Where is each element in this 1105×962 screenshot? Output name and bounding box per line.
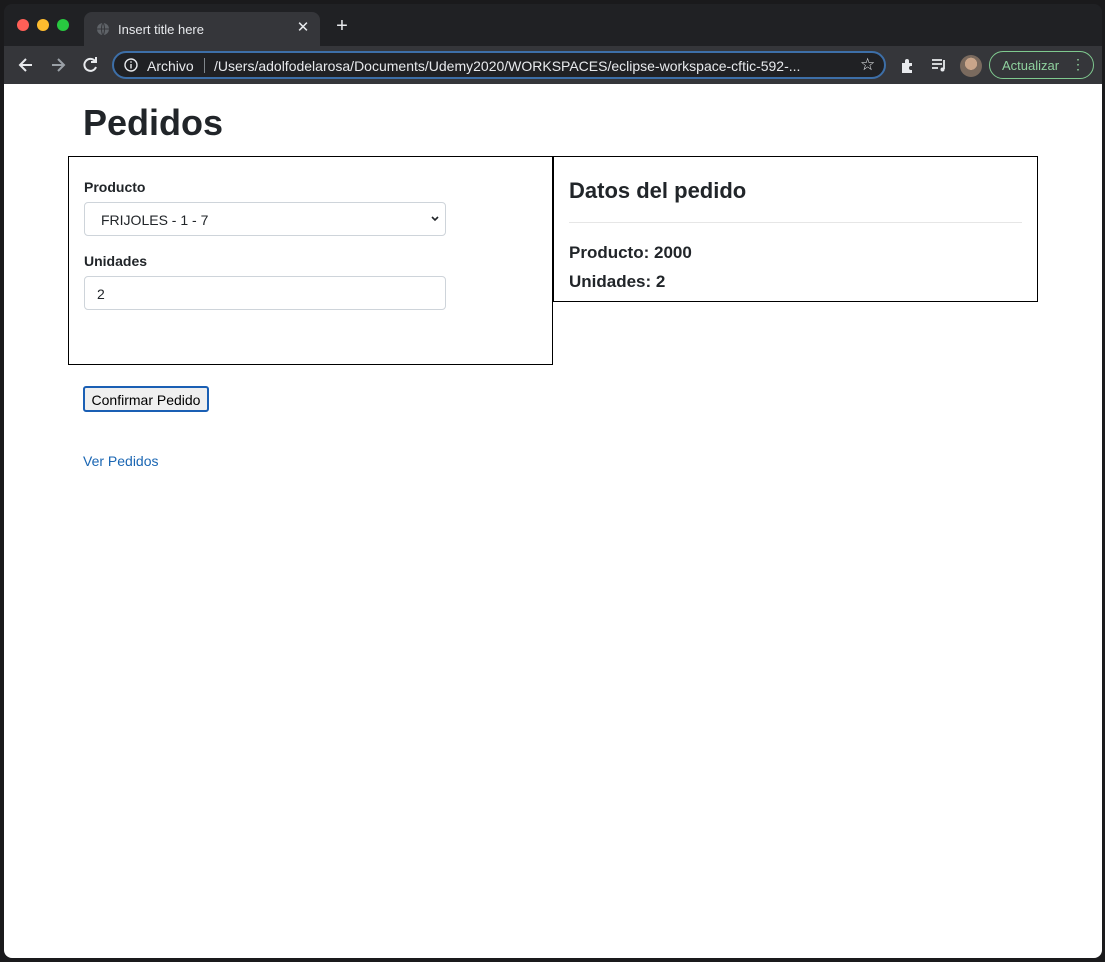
units-input[interactable]: 2 [84,276,446,310]
update-label: Actualizar [1002,58,1060,73]
tab-strip: Insert title here ✕ + [4,4,1102,46]
tab-active[interactable]: Insert title here ✕ [84,12,320,46]
view-orders-link[interactable]: Ver Pedidos [83,453,159,469]
close-tab-icon[interactable]: ✕ [294,19,312,37]
back-icon[interactable] [16,55,36,75]
new-tab-button[interactable]: + [332,16,352,37]
tab-title: Insert title here [118,22,204,37]
units-input-value: 2 [97,286,105,302]
menu-dots-icon[interactable]: ⋮ [1071,56,1085,73]
browser-toolbar: Archivo /Users/adolfodelarosa/Documents/… [4,46,1102,84]
address-scheme: Archivo [147,58,194,74]
page-content: Pedidos Producto FRIJOLES - 1 - 7 Unidad… [4,84,1102,958]
summary-product: Producto: 2000 [569,243,692,262]
browser-window: Insert title here ✕ + Archivo /Users/ado… [4,4,1102,958]
forward-icon[interactable] [48,55,68,75]
confirm-order-label: Confirmar Pedido [91,392,201,408]
address-bar[interactable]: Archivo /Users/adolfodelarosa/Documents/… [112,51,886,79]
address-url[interactable]: /Users/adolfodelarosa/Documents/Udemy202… [214,58,854,74]
update-button[interactable]: Actualizar ⋮ [989,51,1094,79]
summary-title: Datos del pedido [569,178,747,203]
units-label: Unidades [84,253,148,269]
order-form-panel: Producto FRIJOLES - 1 - 7 Unidades 2 [68,156,553,365]
page-title: Pedidos [83,102,224,143]
product-select-value: FRIJOLES - 1 - 7 [101,212,209,228]
product-label: Producto [84,179,146,195]
reload-icon[interactable] [80,55,100,75]
extensions-icon[interactable] [898,55,918,75]
address-separator [204,58,205,73]
globe-icon [97,22,109,36]
close-window-button[interactable] [17,19,29,31]
media-queue-icon[interactable] [929,55,949,75]
order-summary-panel: Datos del pedido Producto: 2000 Unidades… [553,156,1038,302]
chevron-down-icon [431,216,439,222]
summary-units: Unidades: 2 [569,272,666,291]
minimize-window-button[interactable] [37,19,49,31]
info-icon[interactable] [124,58,138,72]
summary-divider [569,222,1022,223]
maximize-window-button[interactable] [57,19,69,31]
confirm-order-button[interactable]: Confirmar Pedido [83,386,209,412]
bookmark-star-icon[interactable]: ☆ [860,56,876,74]
product-select[interactable]: FRIJOLES - 1 - 7 [84,202,446,236]
profile-avatar[interactable] [960,55,982,77]
